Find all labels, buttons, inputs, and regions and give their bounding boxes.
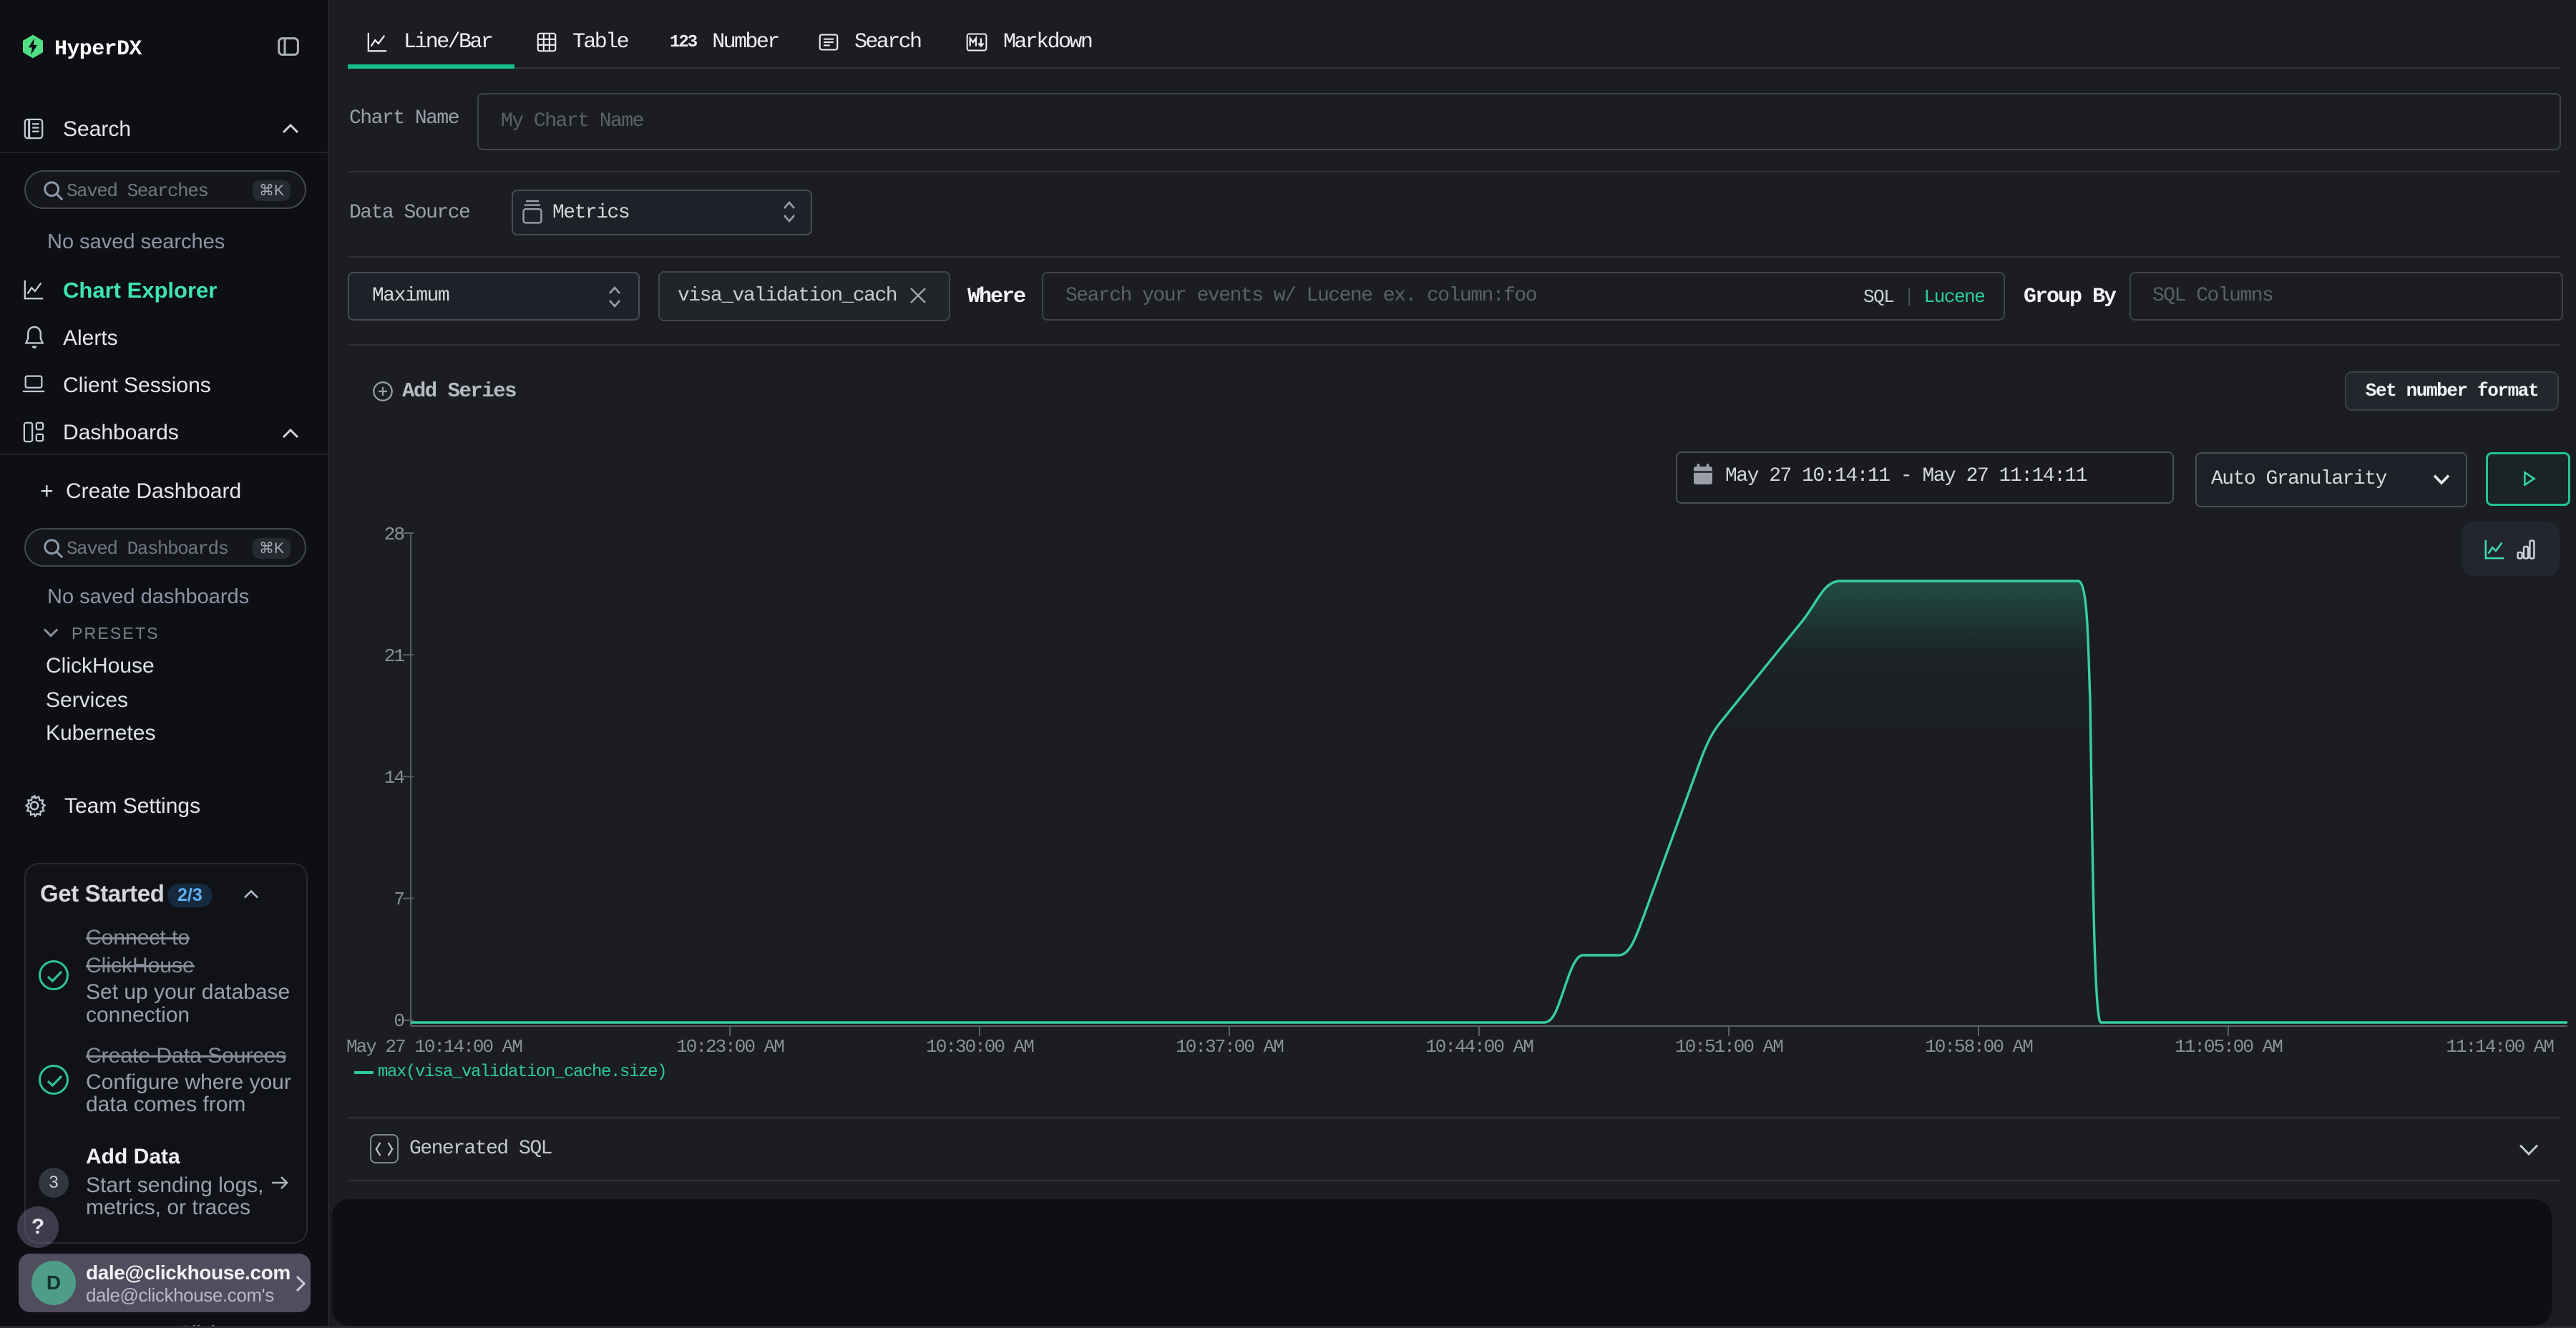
svg-text:10:30:00 AM: 10:30:00 AM (926, 1036, 1033, 1058)
svg-text:May 27 10:14:00 AM: May 27 10:14:00 AM (346, 1036, 522, 1058)
svg-text:10:37:00 AM: 10:37:00 AM (1176, 1036, 1283, 1058)
svg-text:10:58:00 AM: 10:58:00 AM (1925, 1036, 2032, 1058)
svg-text:14: 14 (384, 767, 405, 788)
svg-text:0: 0 (394, 1010, 404, 1032)
svg-text:10:23:00 AM: 10:23:00 AM (676, 1036, 784, 1058)
svg-text:21: 21 (384, 645, 405, 667)
svg-text:10:51:00 AM: 10:51:00 AM (1675, 1036, 1782, 1058)
svg-text:10:44:00 AM: 10:44:00 AM (1425, 1036, 1533, 1058)
svg-text:28: 28 (384, 524, 404, 545)
svg-text:7: 7 (394, 889, 404, 910)
svg-text:11:14:00 AM: 11:14:00 AM (2446, 1036, 2553, 1058)
svg-text:11:05:00 AM: 11:05:00 AM (2175, 1036, 2282, 1058)
